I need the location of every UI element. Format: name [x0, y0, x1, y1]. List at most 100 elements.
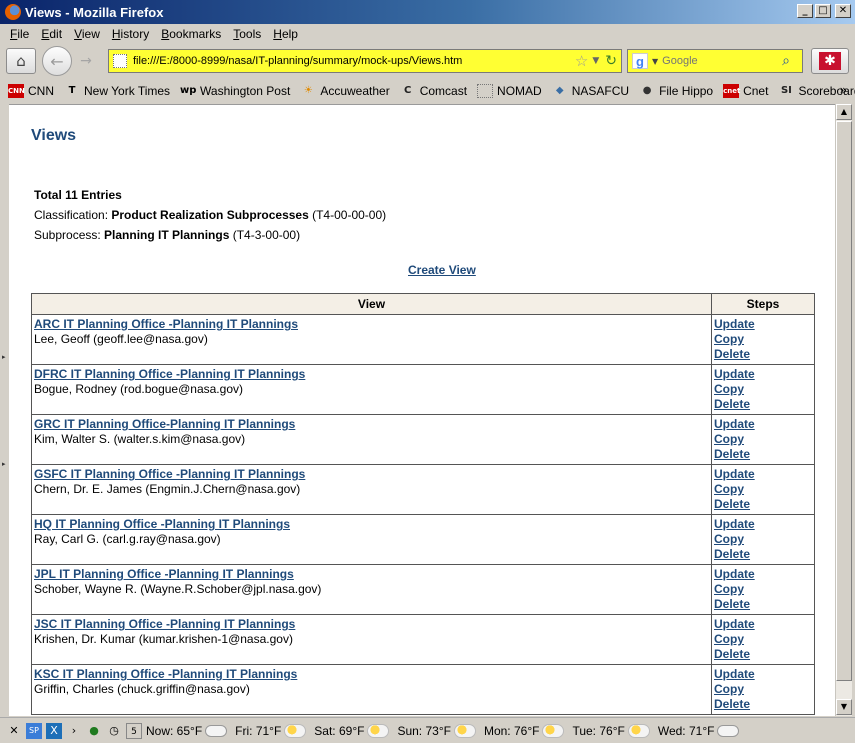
close-statusbar-icon[interactable]: ✕	[6, 723, 22, 739]
sharepoint-icon[interactable]: SP	[26, 722, 42, 739]
weather-item[interactable]: Now: 65°F	[146, 724, 228, 738]
minimize-button[interactable]: _	[797, 4, 813, 18]
view-link[interactable]: GSFC IT Planning Office -Planning IT Pla…	[34, 467, 709, 482]
addon-button[interactable]: ✱	[811, 48, 849, 74]
reload-icon[interactable]: ↻	[605, 53, 617, 69]
menu-history[interactable]: History	[106, 27, 155, 41]
weather-item[interactable]: Sun: 73°F	[397, 723, 476, 738]
weather-item[interactable]: Tue: 76°F	[572, 723, 650, 738]
update-link[interactable]: Update	[714, 567, 812, 582]
menu-help[interactable]: Help	[267, 27, 304, 41]
subprocess-code: (T4-3-00-00)	[232, 228, 301, 242]
update-link[interactable]: Update	[714, 367, 812, 382]
status-circle-icon[interactable]: ●	[86, 723, 102, 739]
search-magnifier-icon[interactable]: ⌕	[782, 53, 790, 69]
update-link[interactable]: Update	[714, 467, 812, 482]
weather-item[interactable]: Sat: 69°F	[314, 723, 390, 738]
cloud-icon	[205, 724, 228, 737]
search-engine-dropdown-icon[interactable]: ▼	[652, 57, 658, 66]
view-owner: Bogue, Rodney (rod.bogue@nasa.gov)	[34, 382, 243, 396]
menu-tools[interactable]: Tools	[227, 27, 267, 41]
update-link[interactable]: Update	[714, 417, 812, 432]
update-link[interactable]: Update	[714, 317, 812, 332]
sidebar-grip-icon[interactable]: ▸	[2, 353, 7, 361]
close-button[interactable]: ✕	[835, 4, 851, 18]
update-link[interactable]: Update	[714, 617, 812, 632]
view-link[interactable]: JPL IT Planning Office -Planning IT Plan…	[34, 567, 709, 582]
bookmark-item[interactable]: T New York Times	[64, 84, 170, 98]
delete-link[interactable]: Delete	[714, 347, 812, 362]
excel-icon[interactable]: X	[46, 722, 62, 739]
home-button[interactable]: ⌂	[6, 48, 36, 74]
bookmark-item[interactable]: wp Washington Post	[180, 84, 290, 98]
delete-link[interactable]: Delete	[714, 497, 812, 512]
search-input[interactable]	[662, 55, 783, 67]
menu-bookmarks[interactable]: Bookmarks	[155, 27, 227, 41]
scroll-down-arrow-icon[interactable]: ▼	[836, 699, 852, 715]
delete-link[interactable]: Delete	[714, 547, 812, 562]
back-button[interactable]: ←	[42, 46, 72, 76]
menu-view[interactable]: View	[68, 27, 106, 41]
bookmark-label: CNN	[28, 84, 54, 98]
view-link[interactable]: JSC IT Planning Office -Planning IT Plan…	[34, 617, 709, 632]
view-link[interactable]: DFRC IT Planning Office -Planning IT Pla…	[34, 367, 709, 382]
url-text[interactable]: file:///E:/8000-8999/nasa/IT-planning/su…	[133, 55, 575, 67]
copy-link[interactable]: Copy	[714, 682, 812, 697]
delete-link[interactable]: Delete	[714, 647, 812, 662]
clock-icon[interactable]: ◷	[106, 723, 122, 739]
copy-link[interactable]: Copy	[714, 582, 812, 597]
bookmark-item[interactable]: cnet Cnet	[723, 84, 768, 98]
delete-link[interactable]: Delete	[714, 597, 812, 612]
copy-link[interactable]: Copy	[714, 332, 812, 347]
copy-link[interactable]: Copy	[714, 382, 812, 397]
wp-icon: wp	[180, 85, 197, 96]
bookmarks-overflow-icon[interactable]: »	[840, 83, 847, 97]
calendar-icon[interactable]: 5	[126, 722, 142, 739]
bookmark-item[interactable]: C Comcast	[400, 84, 467, 98]
maximize-button[interactable]: □	[815, 4, 831, 18]
forward-button[interactable]: →	[74, 51, 98, 71]
views-table: View Steps ARC IT Planning Office -Plann…	[31, 293, 815, 715]
menu-file[interactable]: File	[4, 27, 35, 41]
delete-link[interactable]: Delete	[714, 447, 812, 462]
table-row: JSC IT Planning Office -Planning IT Plan…	[31, 614, 815, 665]
scroll-up-arrow-icon[interactable]: ▲	[836, 104, 852, 120]
bookmark-item[interactable]: ☀ Accuweather	[300, 84, 390, 98]
page-title: Views	[31, 127, 77, 144]
google-icon[interactable]: g	[632, 53, 648, 69]
weather-item[interactable]: Fri: 71°F	[235, 723, 307, 738]
sidebar-grip-icon[interactable]: ▸	[2, 460, 7, 468]
view-link[interactable]: KSC IT Planning Office -Planning IT Plan…	[34, 667, 709, 682]
create-view-link[interactable]: Create View	[408, 263, 476, 277]
weather-item[interactable]: Wed: 71°F	[658, 724, 740, 738]
view-link[interactable]: GRC IT Planning Office-Planning IT Plann…	[34, 417, 709, 432]
scrollbar-thumb[interactable]	[836, 121, 852, 681]
delete-link[interactable]: Delete	[714, 397, 812, 412]
bookmark-star-icon[interactable]: ☆	[575, 52, 588, 70]
delete-link[interactable]: Delete	[714, 697, 812, 712]
table-row: DFRC IT Planning Office -Planning IT Pla…	[31, 364, 815, 415]
site-identity-icon[interactable]	[113, 54, 127, 68]
bookmark-item[interactable]: ◆ NASAFCU	[552, 84, 629, 98]
table-row: HQ IT Planning Office -Planning IT Plann…	[31, 514, 815, 565]
copy-link[interactable]: Copy	[714, 532, 812, 547]
content-viewport[interactable]: Views Total 11 Entries Classification: P…	[9, 104, 835, 716]
bookmark-item[interactable]: NOMAD	[477, 84, 542, 98]
bookmark-item[interactable]: CNN CNN	[8, 84, 54, 98]
weather-item[interactable]: Mon: 76°F	[484, 723, 565, 738]
copy-link[interactable]: Copy	[714, 432, 812, 447]
chevron-right-icon[interactable]: ›	[66, 723, 82, 739]
url-bar[interactable]: file:///E:/8000-8999/nasa/IT-planning/su…	[108, 49, 622, 73]
vertical-scrollbar[interactable]: ▲ ▼	[835, 104, 852, 716]
update-link[interactable]: Update	[714, 517, 812, 532]
bookmark-item[interactable]: ● File Hippo	[639, 84, 713, 98]
copy-link[interactable]: Copy	[714, 632, 812, 647]
search-bar[interactable]: g ▼ ⌕	[627, 49, 803, 73]
update-link[interactable]: Update	[714, 667, 812, 682]
url-dropdown-icon[interactable]: ▼	[592, 56, 599, 66]
bookmark-label: Comcast	[419, 84, 468, 98]
view-link[interactable]: HQ IT Planning Office -Planning IT Plann…	[34, 517, 709, 532]
copy-link[interactable]: Copy	[714, 482, 812, 497]
menu-edit[interactable]: Edit	[35, 27, 68, 41]
view-link[interactable]: ARC IT Planning Office -Planning IT Plan…	[34, 317, 709, 332]
